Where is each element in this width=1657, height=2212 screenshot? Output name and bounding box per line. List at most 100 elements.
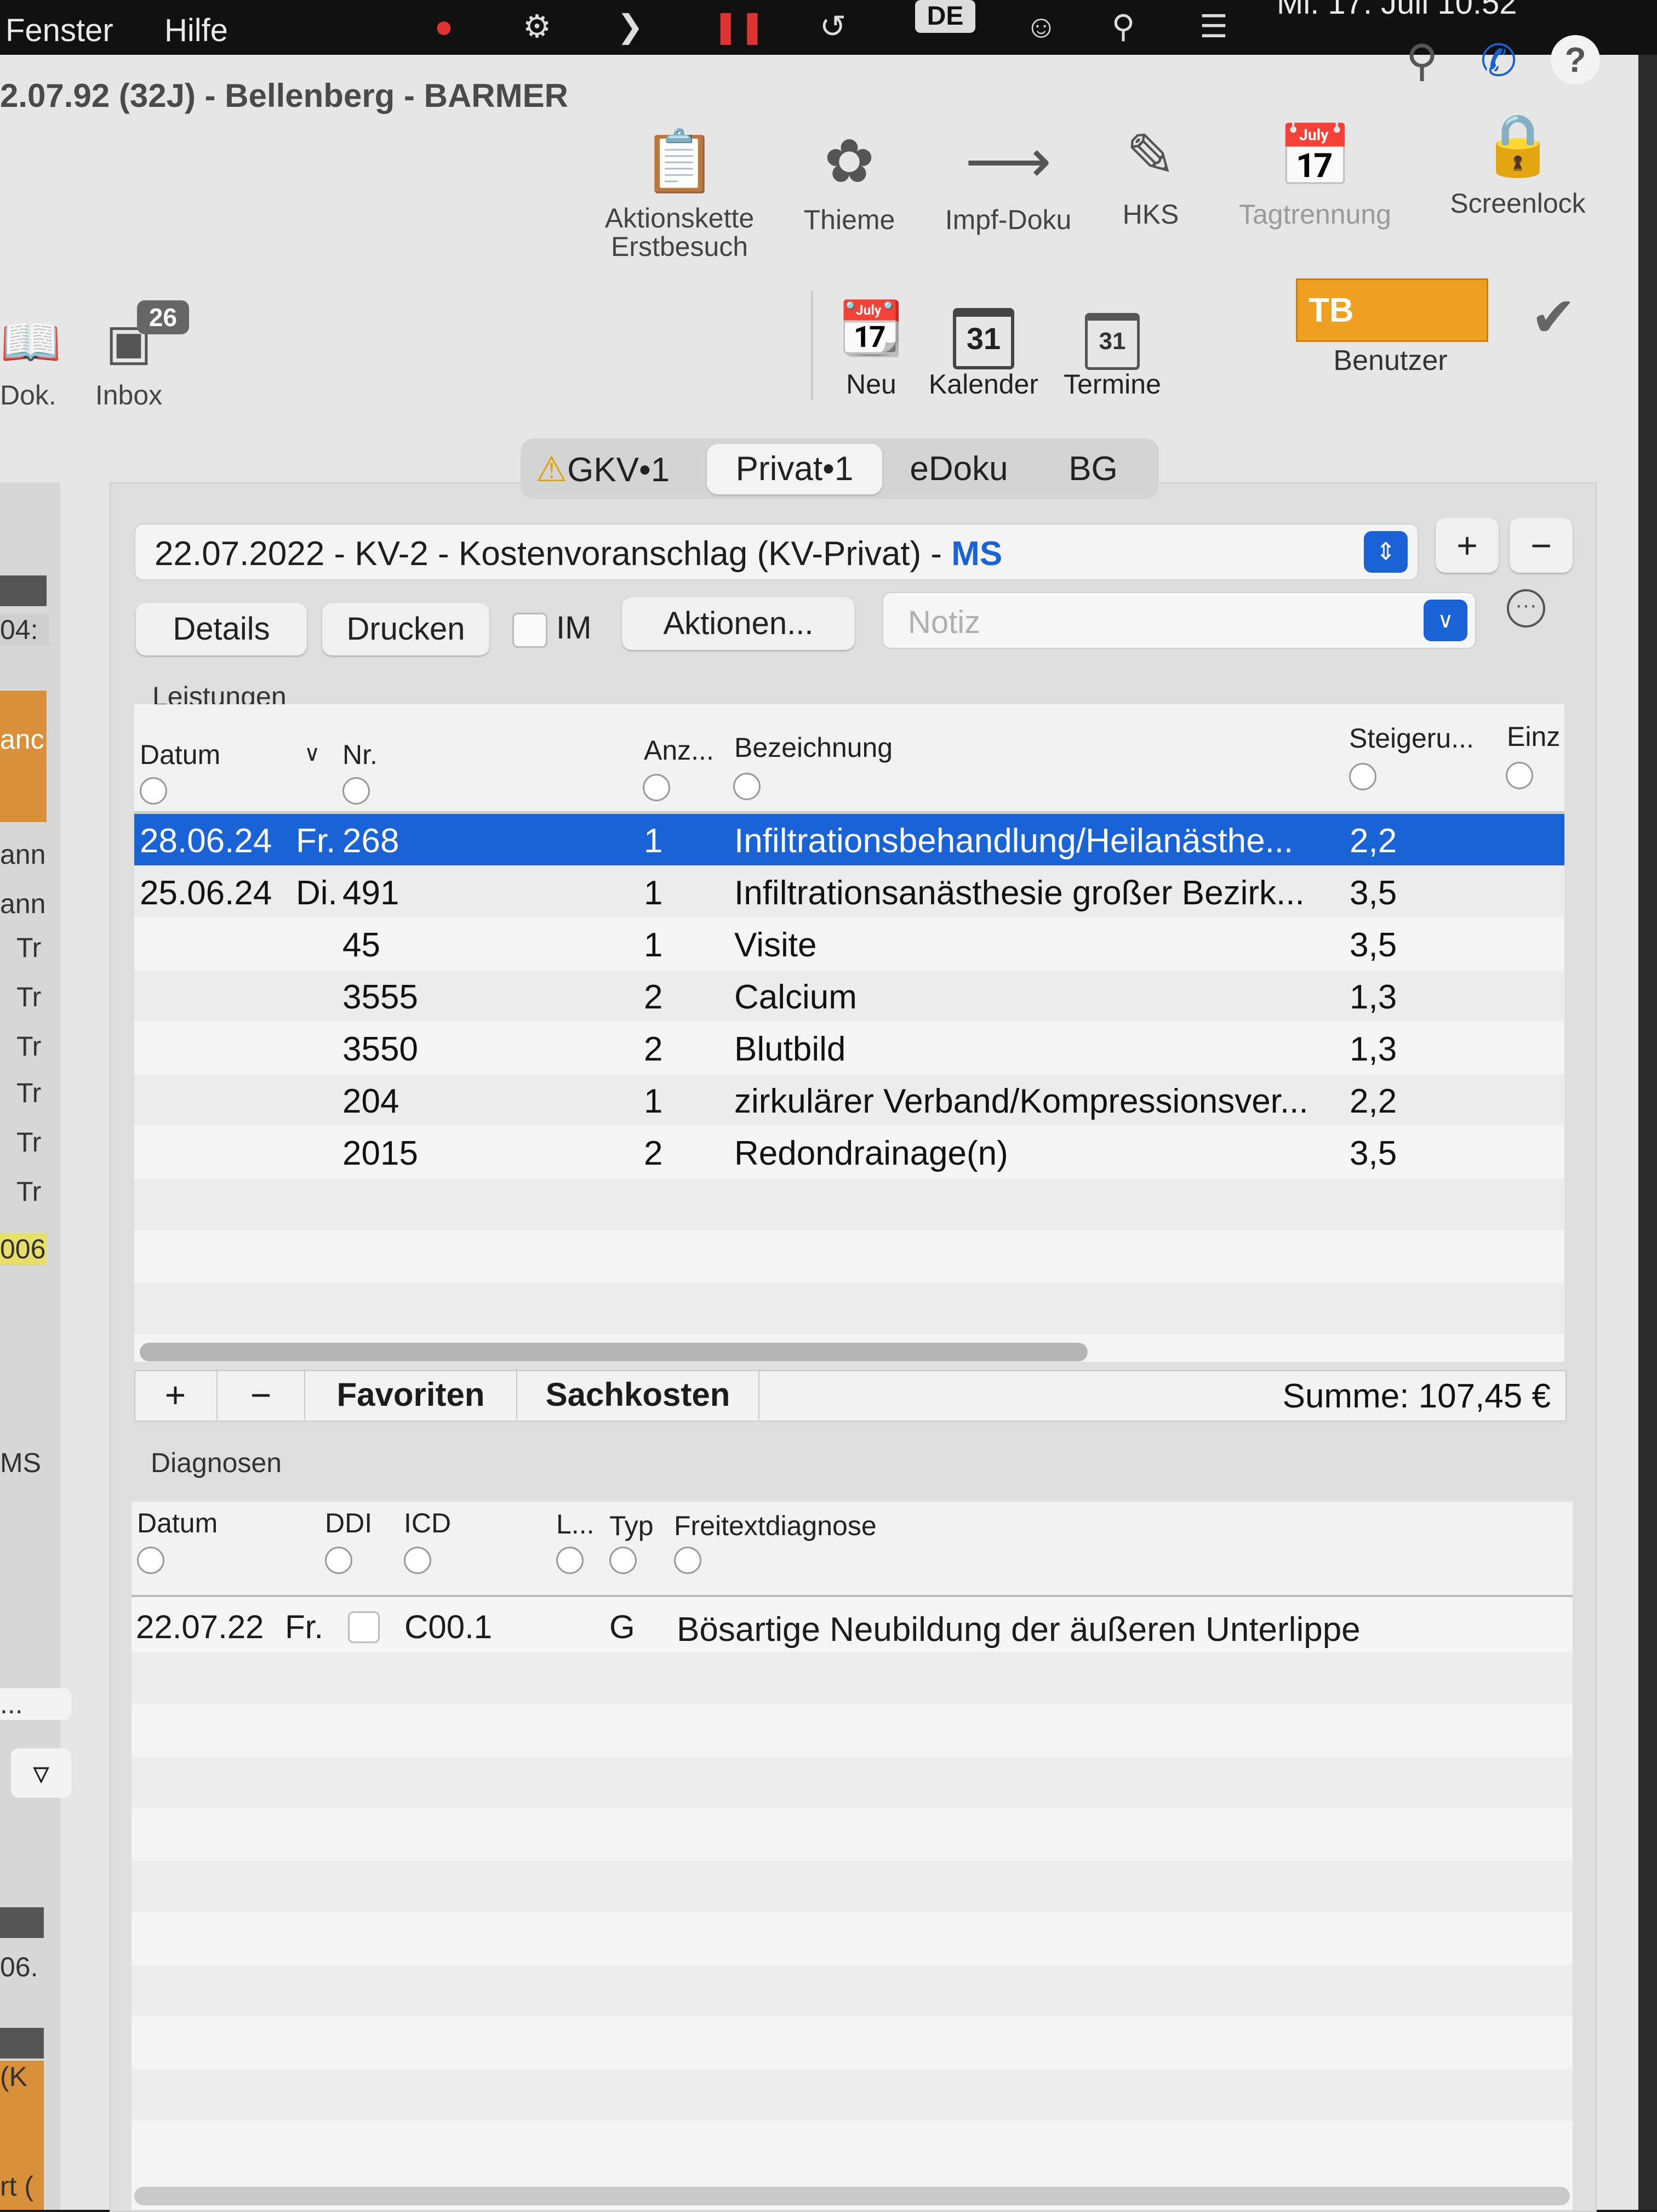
toolbar-tagtrennung-button[interactable]: 📅 Tagtrennung	[1216, 121, 1414, 230]
col-nr[interactable]: Nr.	[342, 739, 378, 771]
filter-radio[interactable]	[1349, 763, 1376, 790]
strip-item[interactable]: ann	[0, 888, 45, 920]
history-icon[interactable]: ↺	[814, 8, 852, 46]
strip-item[interactable]: (K	[0, 2061, 27, 2093]
table-row[interactable]: 2015 2 Redondrainage(n) 3,5	[134, 1126, 1564, 1178]
pause-icon[interactable]: ❚❚	[712, 8, 765, 46]
phone-icon[interactable]: ✆	[1474, 35, 1523, 86]
tab-privat[interactable]: Privat•1	[707, 444, 882, 494]
filter-radio[interactable]	[404, 1547, 431, 1574]
filter-icon[interactable]: ▿	[11, 1748, 71, 1798]
ddi-checkbox[interactable]	[348, 1611, 380, 1643]
strip-item[interactable]: MS	[0, 1447, 41, 1479]
col-steigerung[interactable]: Steigeru...	[1349, 722, 1474, 754]
menubar-clock[interactable]: Mi. 17. Juli 10:52	[1277, 0, 1517, 21]
filter-radio[interactable]	[556, 1547, 584, 1574]
table-row[interactable]: 3550 2 Blutbild 1,3	[134, 1022, 1564, 1074]
im-checkbox[interactable]	[512, 613, 547, 648]
toolbar-screenlock-button[interactable]: 🔒 Screenlock	[1425, 110, 1611, 219]
tab-edoku[interactable]: eDoku	[899, 444, 1019, 494]
strip-item[interactable]: ...	[0, 1688, 71, 1720]
col-icd[interactable]: ICD	[404, 1507, 451, 1539]
details-button[interactable]: Details	[136, 603, 307, 655]
strip-item[interactable]: 04:	[0, 614, 49, 646]
col-diag-datum[interactable]: Datum	[137, 1507, 218, 1539]
col-einz[interactable]: Einz	[1507, 721, 1560, 752]
spotlight-icon[interactable]: ⚲	[1104, 8, 1142, 46]
table-row[interactable]: 28.06.24 Fr. 268 1 Infiltrationsbehandlu…	[134, 814, 1564, 865]
filter-radio[interactable]	[140, 777, 167, 805]
summe-text: Summe: 107,45 €	[1282, 1377, 1551, 1415]
notiz-field[interactable]: Notiz ∨	[882, 592, 1476, 649]
toolbar-impf-doku-button[interactable]: ⟶ Impf-Doku	[926, 126, 1090, 236]
tab-bg[interactable]: BG	[1041, 444, 1145, 494]
strip-header	[0, 575, 47, 606]
menu-fenster[interactable]: Fenster	[5, 12, 113, 49]
user-icon[interactable]: ☺	[1022, 8, 1060, 46]
add-leistung-button[interactable]: +	[134, 1370, 218, 1419]
books-check-icon[interactable]: ✔	[1529, 285, 1578, 349]
gear-icon[interactable]: ⚙	[518, 8, 556, 46]
strip-item[interactable]: Tr	[16, 1176, 41, 1207]
input-source-indicator[interactable]: DE	[915, 0, 975, 33]
favoriten-button[interactable]: Favoriten	[305, 1370, 517, 1419]
strip-item[interactable]: Tr	[16, 981, 41, 1013]
remove-leistung-button[interactable]: −	[218, 1370, 305, 1419]
toolbar-termine-button[interactable]: 31 Termine	[1052, 296, 1173, 400]
forward-icon[interactable]: ❯	[611, 8, 649, 46]
col-freitext[interactable]: Freitextdiagnose	[674, 1510, 877, 1542]
strip-item[interactable]: 006	[0, 1233, 47, 1265]
control-center-icon[interactable]: ☰	[1195, 8, 1233, 46]
strip-item[interactable]: ann	[0, 839, 45, 870]
toolbar-tagtrennung-label: Tagtrennung	[1238, 199, 1391, 230]
strip-item[interactable]: Tr	[16, 932, 41, 964]
table-row[interactable]: 204 1 zirkulärer Verband/Kompressionsver…	[134, 1074, 1564, 1126]
col-anz[interactable]: Anz...	[644, 734, 714, 766]
toolbar-thieme-button[interactable]: ✿ Thieme	[789, 126, 910, 236]
filter-radio[interactable]	[137, 1547, 164, 1574]
sachkosten-button[interactable]: Sachkosten	[517, 1370, 759, 1419]
aktionen-button[interactable]: Aktionen...	[622, 597, 855, 650]
strip-item[interactable]: anc	[0, 723, 44, 755]
sort-chevron-icon[interactable]: ∨	[304, 741, 320, 766]
toolbar-aktionskette-button[interactable]: 📋 Aktionskette Erstbesuch	[592, 126, 767, 261]
strip-item[interactable]: Tr	[16, 1077, 41, 1109]
table-row[interactable]: 3555 2 Calcium 1,3	[134, 970, 1564, 1022]
filter-radio[interactable]	[325, 1547, 352, 1574]
col-ddi[interactable]: DDI	[325, 1507, 372, 1539]
horizontal-scrollbar[interactable]	[140, 1343, 1088, 1361]
help-icon[interactable]: ?	[1551, 35, 1600, 84]
tab-gkv[interactable]: ⚠GKV•1	[529, 444, 677, 494]
strip-item[interactable]: Tr	[16, 1126, 41, 1158]
filter-radio[interactable]	[1506, 762, 1533, 789]
col-l[interactable]: L...	[556, 1508, 594, 1540]
app-status-icon[interactable]: ●	[425, 8, 463, 46]
col-bezeichnung[interactable]: Bezeichnung	[734, 732, 893, 763]
toolbar-hks-button[interactable]: ✎ HKS	[1101, 121, 1200, 230]
horizontal-scrollbar[interactable]	[134, 2187, 1570, 2205]
table-row[interactable]: 25.06.24 Di. 491 1 Infiltrationsanästhes…	[134, 866, 1564, 917]
filter-radio[interactable]	[643, 774, 670, 801]
remove-document-button[interactable]: −	[1510, 518, 1573, 573]
col-typ[interactable]: Typ	[609, 1510, 654, 1542]
toolbar-kalender-button[interactable]: 31 Kalender	[915, 296, 1052, 400]
toolbar-neu-button[interactable]: 📆 Neu	[827, 296, 915, 400]
menu-hilfe[interactable]: Hilfe	[164, 12, 228, 49]
search-icon[interactable]: ⚲	[1397, 35, 1447, 86]
toolbar-dok-button[interactable]: 📖 Dok.	[0, 312, 61, 411]
filter-radio[interactable]	[609, 1547, 637, 1574]
filter-radio[interactable]	[733, 773, 761, 800]
document-select[interactable]: 22.07.2022 - KV-2 - Kostenvoranschlag (K…	[134, 523, 1419, 580]
strip-item[interactable]: Tr	[16, 1030, 41, 1062]
user-badge[interactable]: TB	[1296, 278, 1488, 342]
col-datum[interactable]: Datum	[140, 739, 220, 771]
filter-radio[interactable]	[342, 777, 370, 805]
add-document-button[interactable]: +	[1436, 518, 1499, 573]
table-row[interactable]: 22.07.22 Fr. C00.1 G Bösartige Neubildun…	[132, 1600, 1573, 1652]
table-row[interactable]: 45 1 Visite 3,5	[134, 918, 1564, 970]
strip-item[interactable]: rt (	[0, 2170, 33, 2202]
strip-item[interactable]: 06.	[0, 1951, 38, 1983]
more-icon[interactable]: ···	[1507, 589, 1545, 628]
drucken-button[interactable]: Drucken	[322, 603, 489, 655]
filter-radio[interactable]	[674, 1547, 701, 1574]
